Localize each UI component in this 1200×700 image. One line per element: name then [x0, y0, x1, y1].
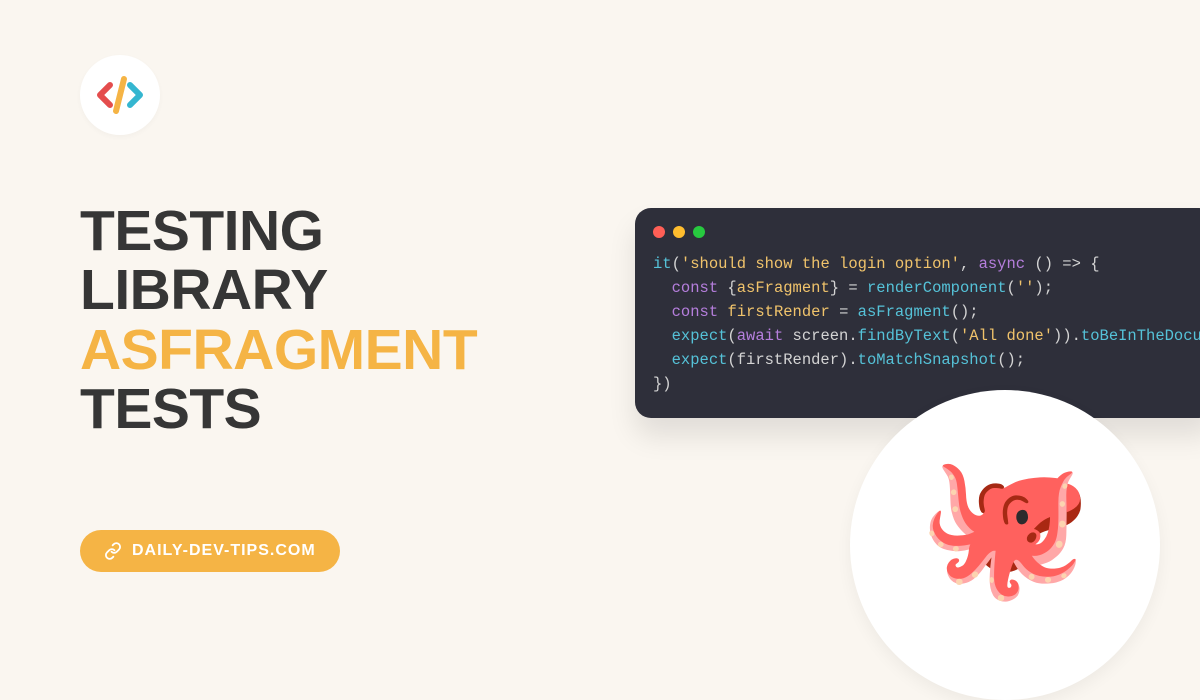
code-tok: toMatchSnapshot — [858, 351, 998, 369]
code-tok: () => { — [1025, 255, 1099, 273]
code-block: it('should show the login option', async… — [653, 252, 1197, 396]
code-tok: (); — [951, 303, 979, 321]
title-line-1: TESTING — [80, 199, 324, 263]
title-line-4: TESTS — [80, 377, 261, 441]
code-tok: }) — [653, 375, 672, 393]
code-tok: asFragment — [737, 279, 830, 297]
code-tok: (firstRender). — [727, 351, 857, 369]
site-url-chip: DAILY-DEV-TIPS.COM — [80, 530, 340, 572]
code-tok: it — [653, 255, 672, 273]
code-tok: expect — [672, 327, 728, 345]
code-slash-logo-icon — [96, 71, 144, 119]
code-tok: , — [960, 255, 979, 273]
code-tok: '' — [1016, 279, 1035, 297]
code-tok: ( — [951, 327, 960, 345]
code-tok: findByText — [858, 327, 951, 345]
code-tok: ( — [1007, 279, 1016, 297]
code-tok: ( — [727, 327, 736, 345]
code-tok: const — [672, 303, 719, 321]
code-tok: async — [979, 255, 1026, 273]
mascot-badge: 🐙 — [850, 390, 1160, 700]
title-line-3-accent: ASFRAGMENT — [80, 318, 477, 382]
traffic-light-close-icon — [653, 226, 665, 238]
code-tok: = — [830, 303, 858, 321]
code-tok: )). — [1053, 327, 1081, 345]
code-tok: ( — [672, 255, 681, 273]
code-tok: 'should show the login option' — [681, 255, 960, 273]
code-tok: screen. — [783, 327, 857, 345]
window-traffic-lights — [653, 226, 1197, 238]
site-url-text: DAILY-DEV-TIPS.COM — [132, 542, 316, 560]
octopus-icon: 🐙 — [918, 455, 1092, 595]
code-tok: expect — [672, 351, 728, 369]
code-tok: ); — [1034, 279, 1053, 297]
link-icon — [104, 542, 122, 560]
page-title: TESTING LIBRARY ASFRAGMENT TESTS — [80, 202, 477, 439]
code-tok: firstRender — [727, 303, 829, 321]
traffic-light-minimize-icon — [673, 226, 685, 238]
code-tok: renderComponent — [867, 279, 1007, 297]
traffic-light-zoom-icon — [693, 226, 705, 238]
code-tok: toBeInTheDocume — [1081, 327, 1200, 345]
code-tok: } = — [830, 279, 867, 297]
title-line-2: LIBRARY — [80, 258, 328, 322]
code-tok: const — [672, 279, 719, 297]
code-tok: 'All done' — [960, 327, 1053, 345]
code-tok: await — [737, 327, 784, 345]
site-logo-badge — [80, 55, 160, 135]
code-tok: { — [718, 279, 737, 297]
code-snippet-window: it('should show the login option', async… — [635, 208, 1200, 418]
code-tok: asFragment — [858, 303, 951, 321]
code-tok: (); — [997, 351, 1025, 369]
